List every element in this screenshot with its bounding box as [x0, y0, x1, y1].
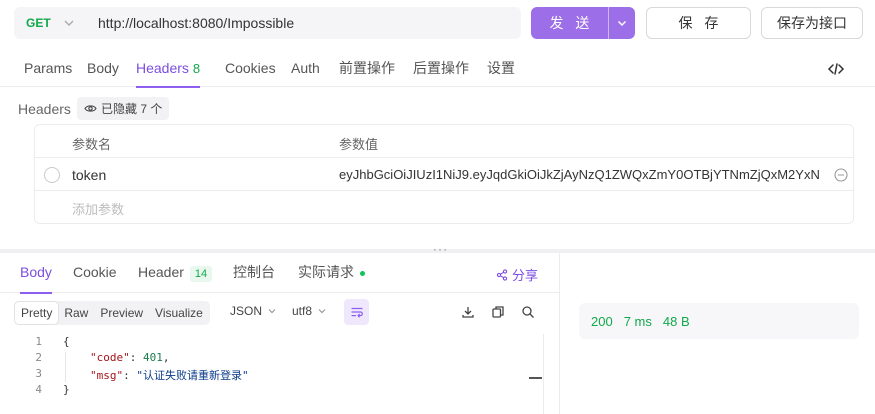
send-options-button[interactable]: [609, 7, 635, 39]
chevron-down-icon: [318, 309, 326, 314]
chevron-down-icon: [268, 309, 276, 314]
save-as-api-button[interactable]: 保存为接口: [761, 7, 863, 39]
response-time: 7 ms: [623, 313, 652, 329]
tab-headers[interactable]: Headers 8: [136, 52, 201, 88]
code-line: "code": 401,: [90, 351, 170, 364]
method-select[interactable]: GET: [26, 16, 54, 30]
copy-icon[interactable]: [491, 305, 505, 319]
response-size: 48 B: [662, 313, 690, 329]
vertical-divider: [559, 253, 560, 414]
scrollbar[interactable]: [543, 334, 544, 414]
column-header-value: 参数值: [339, 137, 379, 152]
share-icon: [496, 268, 508, 281]
format-preview[interactable]: Preview: [94, 302, 149, 324]
line-number: 1: [35, 335, 42, 348]
search-icon[interactable]: [521, 305, 535, 319]
code-line: }: [63, 383, 70, 396]
chevron-down-icon: [617, 20, 627, 27]
save-button[interactable]: 保 存: [646, 7, 751, 39]
status-code: 200: [591, 313, 613, 329]
tab-actual-request[interactable]: 实际请求: [298, 253, 365, 293]
hidden-headers-badge[interactable]: 已隐藏 7 个: [77, 97, 170, 120]
json-string-value: "认证失败请重新登录": [136, 369, 249, 382]
code-line: "msg": "认证失败请重新登录": [90, 369, 249, 382]
json-number-value: 401: [143, 351, 163, 364]
drag-handle-icon[interactable]: ···: [433, 243, 448, 255]
send-button[interactable]: 发 送: [531, 7, 608, 39]
column-header-name: 参数名: [72, 137, 112, 152]
tab-body[interactable]: Body: [87, 52, 119, 87]
add-param-placeholder: 添加参数: [72, 202, 125, 217]
code-icon[interactable]: [827, 60, 845, 78]
tab-auth[interactable]: Auth: [291, 52, 320, 87]
headers-count: 8: [192, 61, 201, 76]
json-key: "msg": [90, 369, 124, 382]
add-param-row[interactable]: 添加参数: [35, 191, 853, 223]
tab-pre-operations[interactable]: 前置操作: [339, 52, 395, 87]
wrap-lines-icon: [350, 307, 363, 318]
share-button[interactable]: 分享: [496, 265, 538, 284]
status-dot-icon: [360, 270, 365, 276]
table-header: 参数名 参数值: [35, 125, 853, 158]
url-bar: GET http://localhost:8080/Impossible: [14, 7, 521, 39]
tab-settings[interactable]: 设置: [487, 52, 515, 87]
format-pretty[interactable]: Pretty: [15, 302, 59, 324]
row-enable-checkbox[interactable]: [44, 167, 60, 183]
response-status-bar: 200 7 ms 48 B: [579, 303, 859, 339]
response-body-viewer[interactable]: 1 2 3 4 { "code": 401, "msg": "认证失败请重新登录…: [0, 334, 545, 414]
eye-icon: [84, 105, 97, 112]
chevron-down-icon[interactable]: [62, 16, 76, 30]
tab-response-header[interactable]: Header 14: [138, 253, 213, 293]
tab-response-body[interactable]: Body: [20, 253, 52, 294]
code-line: {: [63, 335, 70, 348]
encoding-select[interactable]: utf8: [292, 304, 327, 318]
format-raw[interactable]: Raw: [58, 302, 94, 324]
response-tabs: Body Cookie Header 14 控制台 实际请求 分享: [0, 253, 559, 294]
remove-circle-icon[interactable]: [834, 168, 848, 182]
tab-cookies[interactable]: Cookies: [225, 52, 276, 87]
line-number: 3: [35, 367, 42, 380]
param-name-cell[interactable]: token: [72, 167, 106, 183]
tab-console[interactable]: 控制台: [233, 253, 275, 293]
scroll-marker: [529, 377, 542, 379]
headers-table: 参数名 参数值 token eyJhbGciOiJIUzI1NiJ9.eyJqd…: [34, 124, 854, 224]
line-number: 2: [35, 351, 42, 364]
tab-params[interactable]: Params: [24, 52, 72, 87]
download-icon[interactable]: [461, 305, 475, 319]
table-row: token eyJhbGciOiJIUzI1NiJ9.eyJqdGkiOiJkZ…: [35, 158, 853, 191]
param-value-cell[interactable]: eyJhbGciOiJIUzI1NiJ9.eyJqdGkiOiJkZjAyNzQ…: [339, 167, 825, 182]
tab-post-operations[interactable]: 后置操作: [413, 52, 469, 87]
language-select[interactable]: JSON: [230, 304, 277, 318]
word-wrap-button[interactable]: [344, 299, 369, 325]
tab-response-cookie[interactable]: Cookie: [73, 253, 117, 293]
response-header-count: 14: [189, 266, 213, 282]
line-number: 4: [35, 383, 42, 396]
request-tabs: Params Body Headers 8 Cookies Auth 前置操作 后…: [0, 52, 875, 88]
format-visualize[interactable]: Visualize: [149, 302, 209, 324]
send-button-group: 发 送: [531, 7, 635, 39]
json-key: "code": [90, 351, 130, 364]
format-toggle-group: Pretty Raw Preview Visualize: [14, 301, 210, 325]
headers-section-label: Headers: [18, 101, 71, 117]
indent-guide: [65, 352, 66, 382]
url-input[interactable]: http://localhost:8080/Impossible: [98, 15, 294, 31]
